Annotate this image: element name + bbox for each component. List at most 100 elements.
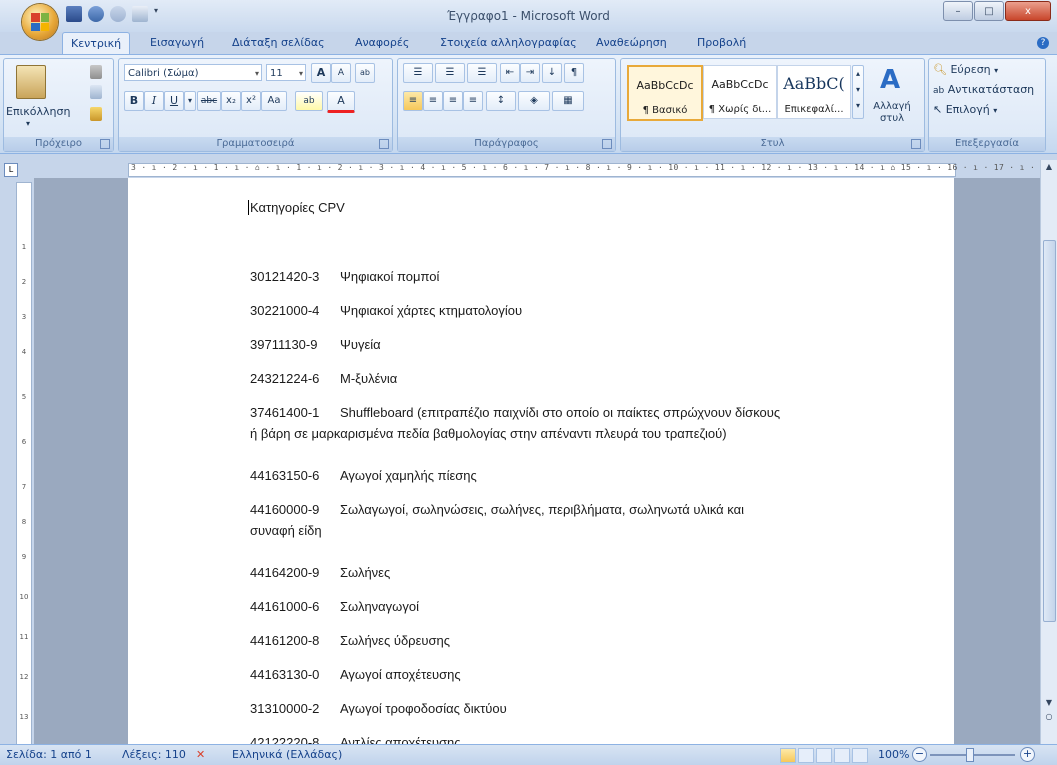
paste-label[interactable]: Επικόλληση (6, 105, 70, 118)
style-heading[interactable]: AaBbC( Επικεφαλί... (777, 65, 851, 119)
copy-icon[interactable] (90, 85, 102, 99)
style-normal[interactable]: AaBbCcDc ¶ Βασικό (627, 65, 703, 121)
shrink-font-button[interactable]: A (331, 63, 351, 83)
tab-page-layout[interactable]: Διάταξη σελίδας (232, 36, 325, 49)
help-icon[interactable]: ? (1037, 37, 1049, 49)
superscript-button[interactable]: x² (241, 91, 261, 111)
scroll-up-icon[interactable]: ▲ (1041, 162, 1057, 176)
ribbon-tabs: Κεντρική Εισαγωγή Διάταξη σελίδας Αναφορ… (0, 32, 1057, 55)
tab-selector-icon[interactable]: L (4, 163, 18, 177)
clipboard-group-label: Πρόχειρο (4, 137, 113, 151)
document-page[interactable]: Κατηγορίες CPV 30121420-3 Ψηφιακοί πομποί… (128, 178, 954, 744)
clear-formatting-button[interactable]: ab (355, 63, 375, 83)
cpv-entry: 44163130-0 Αγωγοί αποχέτευσης (250, 664, 850, 685)
subscript-button[interactable]: x₂ (221, 91, 241, 111)
tab-home[interactable]: Κεντρική (62, 32, 131, 55)
page-count[interactable]: Σελίδα: 1 από 1 (6, 748, 92, 761)
bold-button[interactable]: B (124, 91, 144, 111)
decrease-indent-button[interactable]: ⇤ (500, 63, 520, 83)
tab-references[interactable]: Αναφορές (355, 36, 409, 49)
highlight-button[interactable]: ab (295, 91, 323, 111)
close-button[interactable]: x (1005, 1, 1051, 21)
draft-view-icon[interactable] (852, 748, 868, 763)
align-left-button[interactable]: ≡ (403, 91, 423, 111)
paste-dropdown-icon[interactable]: ▾ (26, 119, 30, 128)
paragraph-launcher-icon[interactable] (602, 139, 612, 149)
cpv-code: 44161200-8 (250, 633, 320, 648)
clipboard-launcher-icon[interactable] (100, 139, 110, 149)
scroll-down-icon[interactable]: ▼ (1041, 698, 1057, 712)
styles-scroll-icon[interactable]: ▴ ▾ ▾ (852, 65, 864, 119)
tab-view[interactable]: Προβολή (697, 36, 746, 49)
font-color-button[interactable]: A (327, 91, 355, 113)
justify-button[interactable]: ≡ (463, 91, 483, 111)
font-size-dropdown-icon[interactable]: ▾ (299, 65, 303, 82)
zoom-out-icon[interactable]: − (912, 747, 927, 762)
cpv-code: 30121420-3 (250, 269, 320, 284)
minimize-button[interactable]: – (943, 1, 973, 21)
font-name-box[interactable]: Calibri (Σώμα) ▾ (124, 64, 262, 81)
vruler-mark: 4 (21, 348, 27, 356)
underline-button[interactable]: U (164, 91, 184, 111)
bullets-button[interactable]: ☰ (403, 63, 433, 83)
language-status[interactable]: Ελληνικά (Ελλάδας) (232, 748, 342, 761)
replace-button[interactable]: ab Αντικατάσταση (933, 83, 1034, 96)
cpv-entry: 44160000-9 Σωλαγωγοί, σωληνώσεις, σωλήνες… (250, 499, 850, 541)
zoom-in-icon[interactable]: + (1020, 747, 1035, 762)
cpv-description: Σωλήνες (340, 565, 391, 580)
zoom-slider-thumb[interactable] (966, 748, 974, 762)
font-launcher-icon[interactable] (379, 139, 389, 149)
maximize-button[interactable]: □ (974, 1, 1004, 21)
sort-button[interactable]: ↓ (542, 63, 562, 83)
ribbon: Επικόλληση ▾ Πρόχειρο Calibri (Σώμα) ▾ 1… (0, 54, 1057, 154)
vertical-scrollbar[interactable]: ▲ ▼ ○ (1040, 160, 1057, 744)
font-size-box[interactable]: 11 ▾ (266, 64, 306, 81)
align-right-button[interactable]: ≡ (443, 91, 463, 111)
cpv-entry: 30221000-4 Ψηφιακοί χάρτες κτηματολογίου (250, 300, 850, 321)
numbering-button[interactable]: ☰ (435, 63, 465, 83)
format-painter-icon[interactable] (90, 107, 102, 121)
tab-insert[interactable]: Εισαγωγή (150, 36, 204, 49)
line-spacing-button[interactable]: ↕ (486, 91, 516, 111)
increase-indent-button[interactable]: ⇥ (520, 63, 540, 83)
tab-mailings[interactable]: Στοιχεία αλληλογραφίας (440, 36, 577, 49)
print-layout-view-icon[interactable] (780, 748, 796, 763)
strikethrough-button[interactable]: abc (197, 91, 221, 111)
scrollbar-thumb[interactable] (1043, 240, 1056, 622)
change-case-button[interactable]: Aa (261, 91, 287, 111)
vruler-mark: 12 (19, 673, 29, 681)
ruler-bar[interactable]: 3 · ı · 2 · ı · 1 · ı · ⌂ · ı · 1 · ı · … (128, 163, 1035, 177)
office-button[interactable] (22, 4, 58, 40)
change-styles-label[interactable]: Αλλαγή στυλ (867, 101, 917, 125)
shading-button[interactable]: ◈ (518, 91, 550, 111)
styles-launcher-icon[interactable] (911, 139, 921, 149)
show-marks-button[interactable]: ¶ (564, 63, 584, 83)
tab-review[interactable]: Αναθεώρηση (596, 36, 667, 49)
borders-button[interactable]: ▦ (552, 91, 584, 111)
font-name-dropdown-icon[interactable]: ▾ (255, 65, 259, 82)
zoom-level[interactable]: 100% (878, 748, 909, 761)
proofing-icon[interactable]: ✕ (196, 748, 205, 761)
italic-button[interactable]: I (144, 91, 164, 111)
word-count[interactable]: Λέξεις: 110 (122, 748, 186, 761)
grow-font-button[interactable]: A (311, 63, 331, 83)
find-button[interactable]: 🔍︎ Εύρεση ▾ (933, 63, 998, 76)
outline-view-icon[interactable] (834, 748, 850, 763)
align-center-button[interactable]: ≡ (423, 91, 443, 111)
cpv-description: Ψυγεία (340, 337, 381, 352)
style-no-spacing[interactable]: AaBbCcDc ¶ Χωρίς δι... (703, 65, 777, 119)
full-screen-view-icon[interactable] (798, 748, 814, 763)
change-styles-icon[interactable]: A (873, 65, 907, 95)
cut-icon[interactable] (90, 65, 102, 79)
cpv-entry: 24321224-6 Μ-ξυλένια (250, 368, 850, 389)
multilevel-list-button[interactable]: ☰ (467, 63, 497, 83)
style-normal-sample: AaBbCcDc (636, 79, 694, 92)
paste-icon[interactable] (16, 65, 46, 99)
vruler-mark: 8 (21, 518, 27, 526)
paragraph-group-label: Παράγραφος (398, 137, 615, 151)
vertical-ruler[interactable]: 1 2 3 4 5 6 7 8 9 10 11 12 13 (16, 182, 32, 746)
underline-dropdown-icon[interactable]: ▾ (184, 91, 196, 111)
web-layout-view-icon[interactable] (816, 748, 832, 763)
browse-object-icon[interactable]: ○ (1041, 712, 1057, 726)
select-button[interactable]: ↖ Επιλογή ▾ (933, 103, 997, 116)
